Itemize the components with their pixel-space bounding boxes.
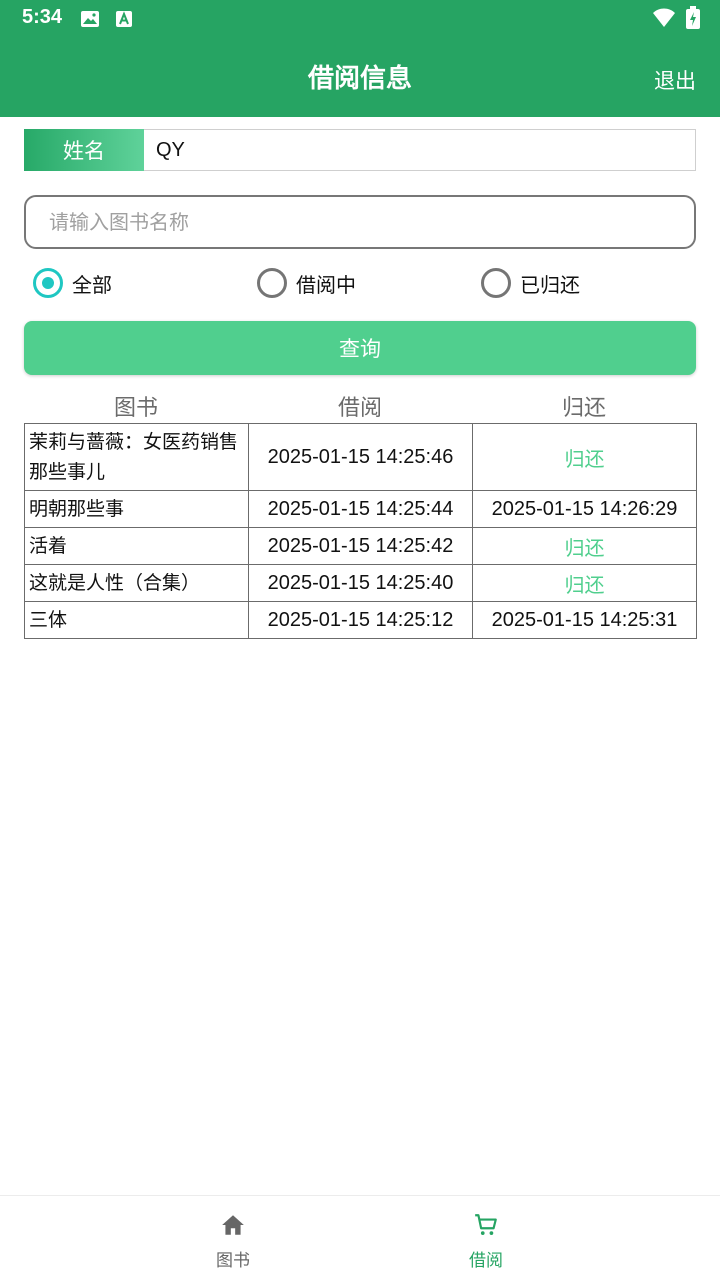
nav-borrow-label: 借阅 (469, 1251, 503, 1271)
table-row: 茉莉与蔷薇：女医药销售那些事儿 2025-01-15 14:25:46 归还 (24, 423, 697, 491)
borrow-time-cell: 2025-01-15 14:25:40 (248, 564, 473, 602)
table-row: 明朝那些事 2025-01-15 14:25:44 2025-01-15 14:… (24, 490, 697, 528)
radio-unchecked-icon (481, 268, 511, 298)
filter-all-label: 全部 (72, 272, 112, 297)
table-row: 活着 2025-01-15 14:25:42 归还 (24, 527, 697, 565)
book-title-cell: 三体 (24, 601, 249, 639)
book-title-cell: 活着 (24, 527, 249, 565)
image-notification-icon (80, 9, 100, 33)
column-header-book: 图书 (113, 396, 158, 421)
borrow-records-table: 茉莉与蔷薇：女医药销售那些事儿 2025-01-15 14:25:46 归还 明… (24, 423, 697, 639)
radio-checked-icon (33, 268, 63, 298)
bottom-nav: 图书 借阅 (0, 1195, 720, 1280)
accessibility-notification-icon (114, 9, 134, 33)
nav-item-books[interactable]: 图书 (173, 1212, 293, 1271)
app-bar: 借阅信息 退出 (0, 38, 720, 117)
nav-books-label: 图书 (216, 1251, 250, 1271)
borrow-time-cell: 2025-01-15 14:25:46 (248, 423, 473, 491)
wifi-icon (652, 7, 676, 33)
book-title-cell: 这就是人性（合集） (24, 564, 249, 602)
filter-returned-radio[interactable]: 已归还 (481, 268, 580, 298)
status-bar: 5:34 (0, 0, 720, 38)
filter-all-radio[interactable]: 全部 (33, 268, 112, 298)
page-title: 借阅信息 (307, 64, 412, 94)
home-icon (222, 1215, 244, 1235)
return-time-cell: 2025-01-15 14:25:31 (472, 601, 697, 639)
name-label: 姓名 (24, 129, 144, 171)
status-time: 5:34 (22, 6, 63, 28)
cart-icon (475, 1214, 497, 1235)
battery-icon (686, 6, 700, 34)
status-filter-group: 全部 借阅中 已归还 (33, 268, 705, 304)
book-title-cell: 茉莉与蔷薇：女医药销售那些事儿 (24, 423, 249, 491)
return-button[interactable]: 归还 (472, 423, 697, 491)
borrow-time-cell: 2025-01-15 14:25:12 (248, 601, 473, 639)
column-header-borrowed: 借阅 (337, 396, 382, 421)
borrow-time-cell: 2025-01-15 14:25:42 (248, 527, 473, 565)
return-button[interactable]: 归还 (472, 527, 697, 565)
logout-button[interactable]: 退出 (654, 65, 696, 95)
return-time-cell: 2025-01-15 14:26:29 (472, 490, 697, 528)
table-row: 三体 2025-01-15 14:25:12 2025-01-15 14:25:… (24, 601, 697, 639)
nav-item-borrow[interactable]: 借阅 (426, 1212, 546, 1271)
return-button[interactable]: 归还 (472, 564, 697, 602)
filter-borrowing-radio[interactable]: 借阅中 (257, 268, 356, 298)
borrow-time-cell: 2025-01-15 14:25:44 (248, 490, 473, 528)
filter-returned-label: 已归还 (520, 272, 580, 297)
query-button[interactable]: 查询 (24, 321, 696, 375)
table-header: 图书 借阅 归还 (24, 390, 696, 423)
book-title-cell: 明朝那些事 (24, 490, 249, 528)
radio-unchecked-icon (257, 268, 287, 298)
table-row: 这就是人性（合集） 2025-01-15 14:25:40 归还 (24, 564, 697, 602)
name-value: QY (144, 129, 696, 171)
book-search-input[interactable] (24, 195, 696, 249)
filter-borrowing-label: 借阅中 (296, 272, 356, 297)
name-row: 姓名 QY (24, 129, 696, 171)
column-header-returned: 归还 (561, 396, 606, 421)
